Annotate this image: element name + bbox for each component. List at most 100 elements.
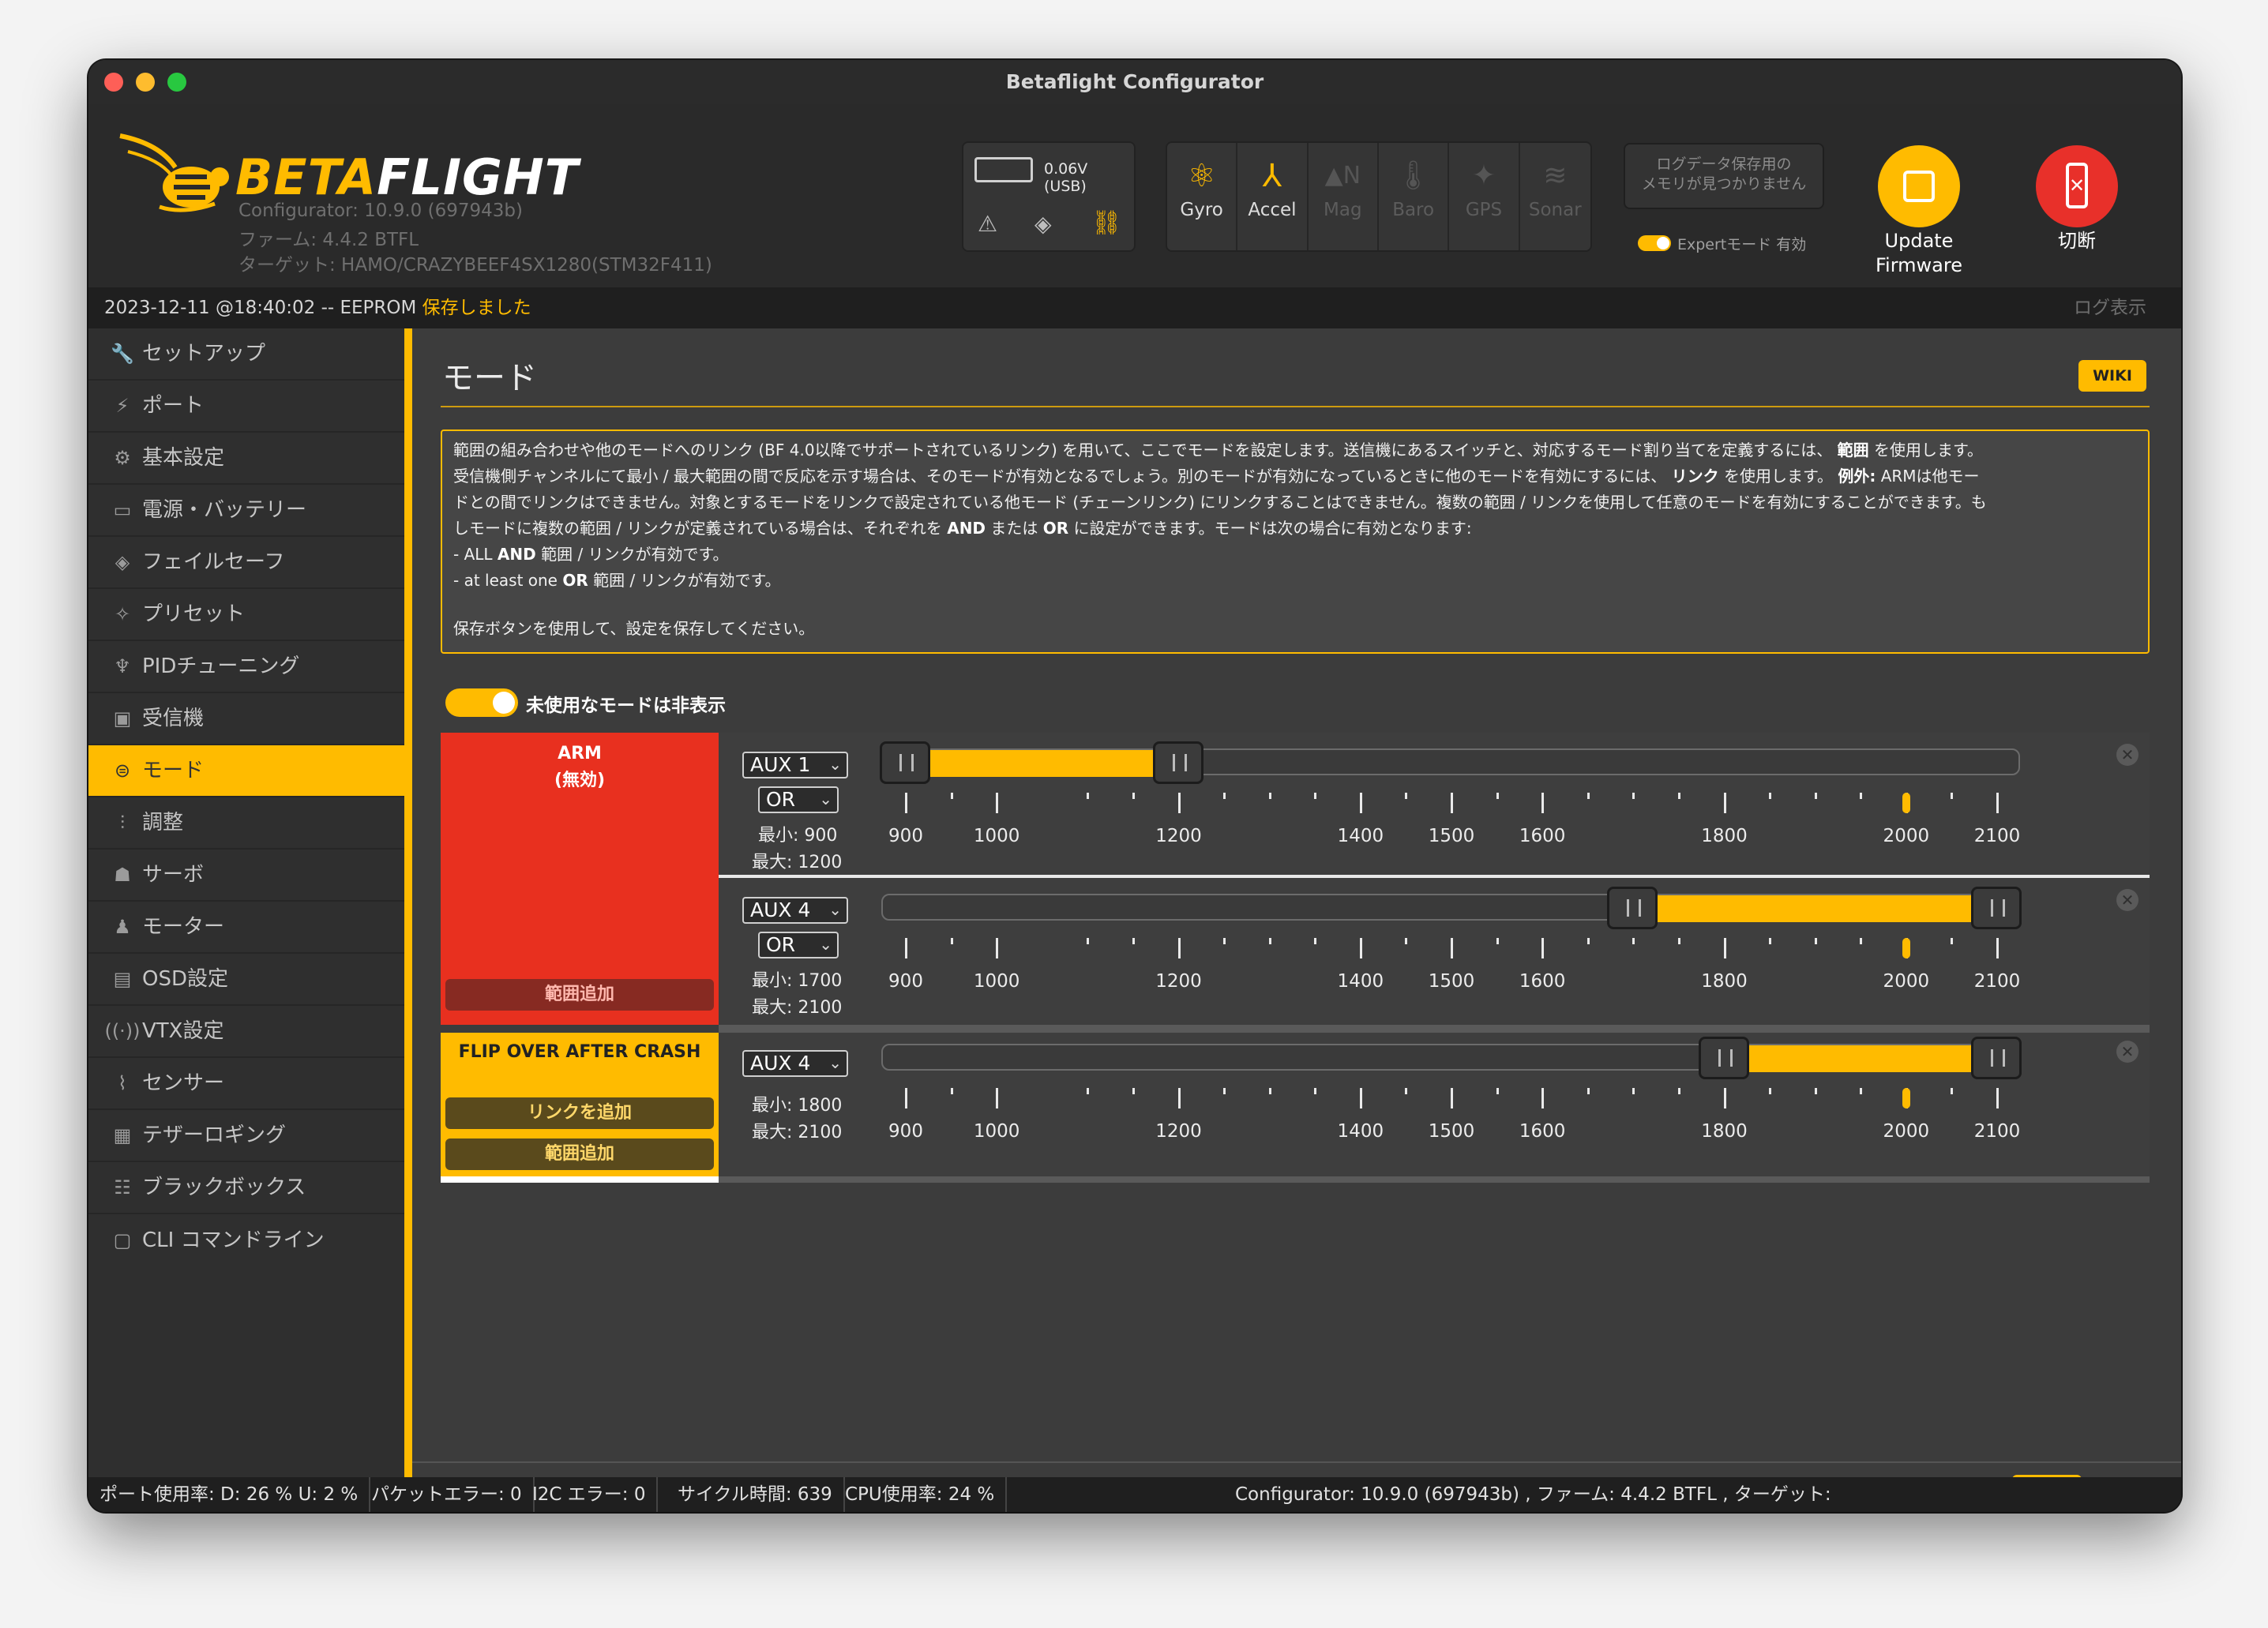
major-tick — [1177, 793, 1181, 813]
sidebar-item-modes[interactable]: ⊜ モード — [88, 745, 404, 797]
major-tick — [1451, 1088, 1453, 1108]
sidebar-item-pid-tuning[interactable]: ♆ PIDチューニング — [88, 641, 404, 693]
sidebar-item-blackbox[interactable]: ☷ ブラックボックス — [88, 1162, 404, 1214]
servo-icon: ☗ — [114, 864, 131, 886]
minor-tick — [1087, 1088, 1090, 1094]
mode-flip-over-after-crash: FLIP OVER AFTER CRASH リンクを追加 範囲追加 AUX 4 ⌄… — [441, 1033, 2150, 1183]
major-tick — [1177, 1088, 1181, 1108]
hide-unused-toggle[interactable] — [445, 688, 518, 717]
title-bar: Betaflight Configurator — [88, 60, 2181, 104]
major-tick — [905, 793, 907, 813]
tick-label: 2100 — [1973, 1121, 2021, 1142]
tick-label: 2000 — [1883, 826, 1930, 846]
hierarchy-icon: ♆ — [114, 655, 131, 677]
cycle-time: サイクル時間: 639 — [667, 1477, 845, 1512]
major-tick — [1541, 1088, 1545, 1108]
minor-tick — [1586, 938, 1590, 944]
major-tick — [1451, 938, 1453, 958]
flip-add-link-button[interactable]: リンクを追加 — [445, 1097, 714, 1129]
warning-icon: ⚠ — [978, 211, 998, 237]
log-view-link[interactable]: ログ表示 — [2074, 287, 2146, 328]
arm-range-1-delete-icon[interactable]: ✕ — [2116, 744, 2138, 766]
range-fill — [1723, 1045, 1996, 1072]
cpu-usage: CPU使用率: 24 % — [834, 1477, 1008, 1512]
range-min-handle[interactable] — [1607, 887, 1658, 929]
major-tick — [1723, 793, 1726, 813]
arm-range-2-slider[interactable]: 900 1000 1200 1400 1500 1600 1800 2000 2100 — [719, 878, 2150, 1025]
arm-range-1: AUX 1 ⌄ OR ⌄ 最小: 900 最大: 1200 900 1000 1200 1… — [719, 733, 2150, 875]
minor-tick — [950, 1088, 953, 1094]
range-max-handle[interactable] — [1971, 887, 2022, 929]
tick-label: 1500 — [1428, 971, 1475, 992]
sidebar-item-presets[interactable]: ✧ プリセット — [88, 589, 404, 641]
tick-label: 1200 — [1155, 1121, 1202, 1142]
packet-error: パケットエラー: 0 — [360, 1477, 535, 1512]
sidebar-item-setup[interactable]: 🔧 セットアップ — [88, 328, 404, 381]
minor-tick — [1814, 938, 1817, 944]
sidebar-item-power[interactable]: ▭ 電源・バッテリー — [88, 485, 404, 537]
gyro-icon: ⚛ — [1187, 158, 1216, 194]
minor-tick — [1496, 793, 1499, 799]
sidebar-item-cli[interactable]: ▢ CLI コマンドライン — [88, 1214, 404, 1266]
flip-range-1-slider[interactable]: 900 1000 1200 1400 1500 1600 1800 2000 2100 — [719, 1028, 2150, 1172]
wand-icon: ✧ — [114, 603, 131, 625]
minor-tick — [1405, 1088, 1408, 1094]
tick-label: 1000 — [973, 971, 1020, 992]
range-min-handle[interactable] — [880, 741, 930, 784]
flip-range-1-delete-icon[interactable]: ✕ — [2116, 1041, 2138, 1063]
arm-range-1-slider[interactable]: 900 1000 1200 1400 1500 1600 1800 2000 2100 — [719, 733, 2150, 875]
version-info: Configurator: 10.9.0 (697943b) , ファーム: 4… — [1235, 1484, 1831, 1505]
expert-mode-label: Expertモード 有効 — [1677, 236, 1807, 253]
sidebar-item-ports[interactable]: ⚡ ポート — [88, 381, 404, 433]
sidebar-item-servos[interactable]: ☗ サーボ — [88, 850, 404, 902]
current-value-marker — [1902, 793, 1910, 813]
bee-logo-icon — [119, 133, 229, 212]
arm-range-2-delete-icon[interactable]: ✕ — [2116, 889, 2138, 911]
sidebar-item-adjustments[interactable]: ⫶ 調整 — [88, 797, 404, 850]
minor-tick — [1223, 1088, 1226, 1094]
arm-add-range-button[interactable]: 範囲追加 — [445, 979, 714, 1011]
minor-tick — [1087, 793, 1090, 799]
minimize-window-button[interactable] — [136, 73, 155, 92]
mode-arm-state: (無効) — [554, 771, 606, 790]
help-note: 範囲の組み合わせや他のモードへのリンク (BF 4.0以降でサポートされているリ… — [441, 430, 2150, 654]
wiki-button[interactable]: WIKI — [2078, 360, 2146, 392]
bottom-status-bar: ポート使用率: D: 26 % U: 2 % パケットエラー: 0 I2C エラ… — [88, 1477, 2181, 1512]
sidebar-item-vtx[interactable]: ((·)) VTX設定 — [88, 1006, 404, 1058]
expert-mode-toggle[interactable] — [1638, 235, 1671, 251]
maximize-window-button[interactable] — [167, 73, 186, 92]
sidebar-item-receiver[interactable]: ▣ 受信機 — [88, 693, 404, 745]
range-max-handle[interactable] — [1152, 741, 1203, 784]
usb-disconnect-icon: ✕ — [2066, 163, 2088, 208]
flip-add-range-button[interactable]: 範囲追加 — [445, 1138, 714, 1170]
sidebar-item-osd[interactable]: ▤ OSD設定 — [88, 954, 404, 1006]
range-min-handle[interactable] — [1698, 1037, 1749, 1079]
minor-tick — [1860, 938, 1863, 944]
range-max-handle[interactable] — [1971, 1037, 2022, 1079]
sidebar-item-sensors[interactable]: ⌇ センサー — [88, 1058, 404, 1110]
arm-range-2: AUX 4 ⌄ OR ⌄ 最小: 1700 最大: 2100 900 1000 1200… — [719, 878, 2150, 1025]
i2c-error: I2C エラー: 0 — [521, 1477, 659, 1512]
range-fill — [905, 750, 1178, 777]
accel-icon: ⅄ — [1262, 158, 1282, 194]
minor-tick — [1223, 793, 1226, 799]
tick-label: 1500 — [1428, 1121, 1475, 1142]
minor-tick — [1860, 793, 1863, 799]
close-window-button[interactable] — [104, 73, 123, 92]
update-firmware-button[interactable] — [1878, 145, 1960, 227]
sidebar-item-failsafe[interactable]: ◈ フェイルセーフ — [88, 537, 404, 589]
sidebar-item-tethered-logging[interactable]: ▦ テザーロギング — [88, 1110, 404, 1162]
minor-tick — [950, 793, 953, 799]
sidebar-item-configuration[interactable]: ⚙ 基本設定 — [88, 433, 404, 485]
minor-tick — [1677, 938, 1680, 944]
major-tick — [1359, 1088, 1362, 1108]
disconnect-button[interactable]: ✕ — [2036, 145, 2118, 227]
major-tick — [1359, 938, 1362, 958]
sidebar-item-motors[interactable]: ♟ モーター — [88, 902, 404, 954]
major-tick — [905, 1088, 907, 1108]
sonar-icon: ≋ — [1543, 159, 1568, 192]
current-value-marker — [1902, 938, 1910, 958]
tick-label: 900 — [888, 971, 923, 992]
minor-tick — [1951, 1088, 1954, 1094]
tick-label: 2000 — [1883, 1121, 1930, 1142]
